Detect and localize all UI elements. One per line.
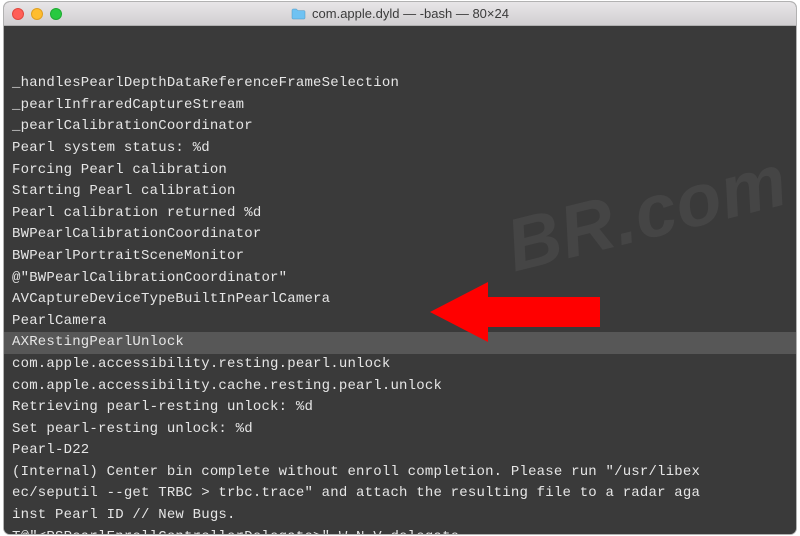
close-button[interactable] bbox=[12, 8, 24, 20]
terminal-line: Pearl system status: %d bbox=[12, 138, 788, 160]
traffic-lights bbox=[12, 8, 62, 20]
terminal-line: _pearlCalibrationCoordinator bbox=[12, 116, 788, 138]
terminal-line: com.apple.accessibility.resting.pearl.un… bbox=[12, 354, 788, 376]
terminal-line: inst Pearl ID // New Bugs. bbox=[12, 505, 788, 527]
terminal-line: ec/seputil --get TRBC > trbc.trace" and … bbox=[12, 483, 788, 505]
terminal-line: com.apple.accessibility.cache.resting.pe… bbox=[12, 376, 788, 398]
terminal-line: BWPearlPortraitSceneMonitor bbox=[12, 246, 788, 268]
terminal-line: Starting Pearl calibration bbox=[12, 181, 788, 203]
terminal-line: T@"<PSPearlEnrollControllerDelegate>",W,… bbox=[12, 527, 788, 534]
terminal-line: _handlesPearlDepthDataReferenceFrameSele… bbox=[12, 73, 788, 95]
window-title: com.apple.dyld — -bash — 80×24 bbox=[4, 6, 796, 21]
terminal-line: AVCaptureDeviceTypeBuiltInPearlCamera bbox=[12, 289, 788, 311]
terminal-line: Set pearl-resting unlock: %d bbox=[12, 419, 788, 441]
titlebar: com.apple.dyld — -bash — 80×24 bbox=[4, 2, 796, 26]
terminal-line: Pearl calibration returned %d bbox=[12, 203, 788, 225]
terminal-line: Forcing Pearl calibration bbox=[12, 160, 788, 182]
terminal-line: Retrieving pearl-resting unlock: %d bbox=[12, 397, 788, 419]
terminal-line: BWPearlCalibrationCoordinator bbox=[12, 224, 788, 246]
terminal-line: PearlCamera bbox=[12, 311, 788, 333]
terminal-line: _pearlInfraredCaptureStream bbox=[12, 95, 788, 117]
terminal-line: Pearl-D22 bbox=[12, 440, 788, 462]
folder-icon bbox=[291, 8, 306, 20]
terminal-line: AXRestingPearlUnlock bbox=[4, 332, 796, 354]
minimize-button[interactable] bbox=[31, 8, 43, 20]
terminal-line: (Internal) Center bin complete without e… bbox=[12, 462, 788, 484]
title-text: com.apple.dyld — -bash — 80×24 bbox=[312, 6, 509, 21]
zoom-button[interactable] bbox=[50, 8, 62, 20]
terminal-line: @"BWPearlCalibrationCoordinator" bbox=[12, 268, 788, 290]
terminal-window: com.apple.dyld — -bash — 80×24 _handlesP… bbox=[4, 2, 796, 534]
terminal-body[interactable]: _handlesPearlDepthDataReferenceFrameSele… bbox=[4, 26, 796, 534]
